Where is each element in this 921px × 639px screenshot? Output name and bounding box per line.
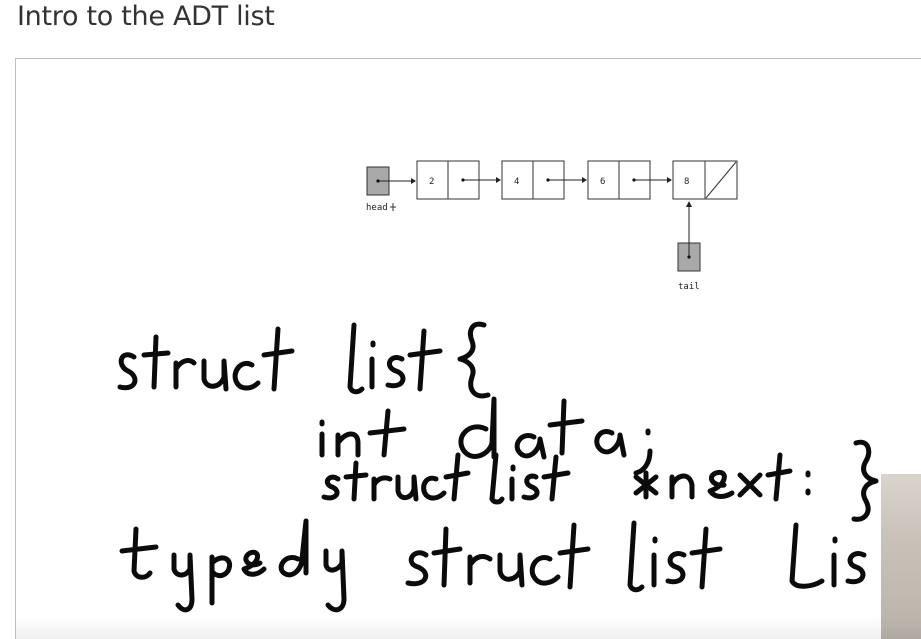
page-title: Intro to the ADT list (17, 1, 275, 32)
handwriting-line-3 (321, 439, 879, 522)
head-label: head (366, 203, 388, 213)
node-value: 8 (684, 177, 689, 187)
video-player[interactable]: head 2 4 6 8 tail (15, 58, 921, 639)
handwriting-line-4 (119, 518, 867, 613)
webcam-overlay (881, 474, 921, 639)
lecture-whiteboard: head 2 4 6 8 tail (117, 160, 879, 613)
linked-list-diagram: head 2 4 6 8 tail (366, 160, 738, 292)
node-value: 4 (514, 177, 519, 187)
node-value: 2 (429, 177, 434, 187)
handwriting-line-2 (319, 396, 653, 476)
tail-label: tail (678, 282, 700, 292)
player-bottom-shadow (16, 617, 921, 639)
handwriting-line-1 (117, 321, 491, 399)
node-value: 6 (600, 177, 605, 187)
handwritten-code (117, 321, 879, 613)
